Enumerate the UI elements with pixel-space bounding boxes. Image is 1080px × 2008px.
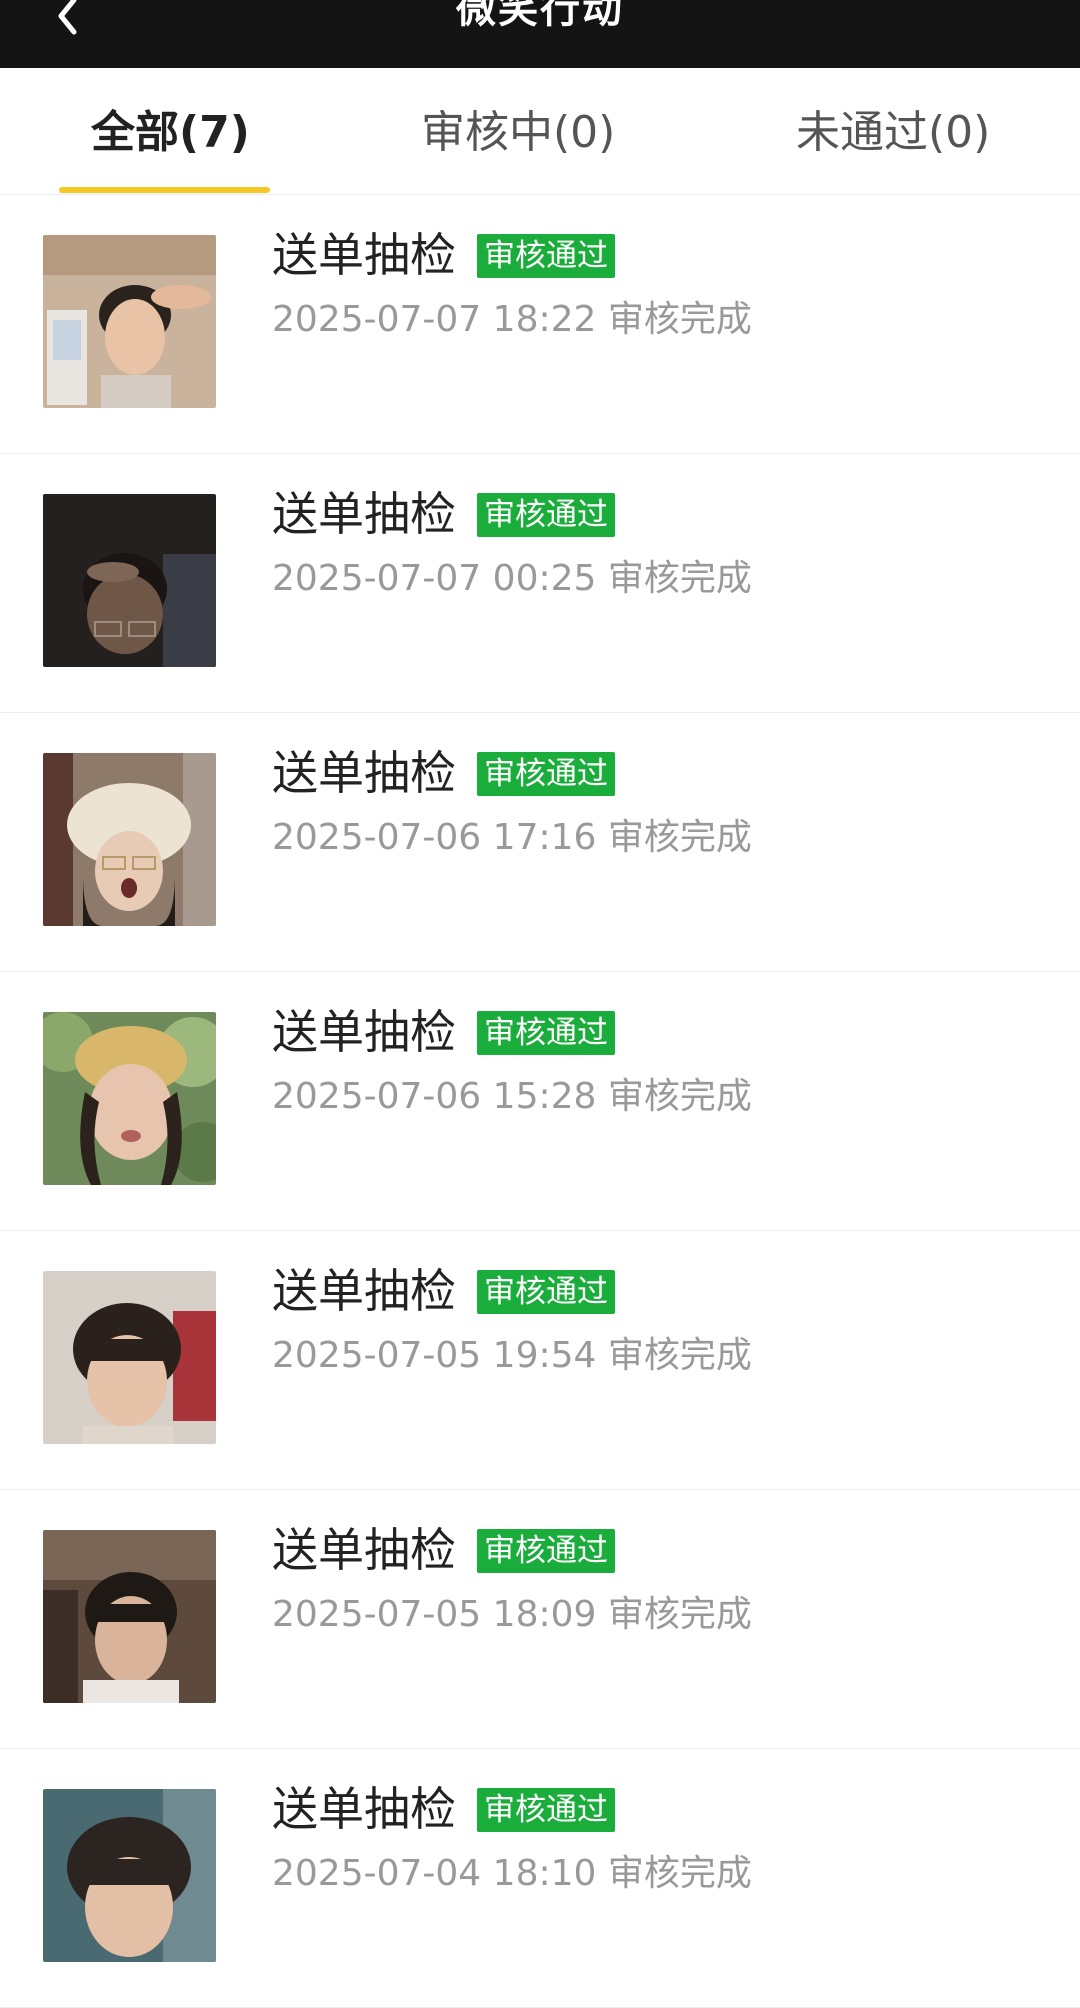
photo-thumbnail[interactable] — [43, 494, 216, 667]
item-title: 送单抽检 — [272, 746, 456, 800]
item-title: 送单抽检 — [272, 1782, 456, 1836]
photo-thumbnail[interactable] — [43, 1271, 216, 1444]
status-badge: 审核通过 — [477, 234, 615, 278]
active-tab-indicator — [59, 187, 270, 193]
item-title: 送单抽检 — [272, 228, 456, 282]
list-item[interactable]: 送单抽检 审核通过 2025-07-05 18:09 审核完成 — [0, 1490, 1080, 1749]
status-badge: 审核通过 — [477, 1529, 615, 1573]
status-badge: 审核通过 — [477, 1270, 615, 1314]
tab-all[interactable]: 全部(7) — [91, 68, 250, 194]
photo-thumbnail[interactable] — [43, 1789, 216, 1962]
photo-thumbnail[interactable] — [43, 1012, 216, 1185]
item-timestamp: 2025-07-05 18:09 审核完成 — [272, 1594, 752, 1635]
status-badge: 审核通过 — [477, 493, 615, 537]
item-timestamp: 2025-07-07 18:22 审核完成 — [272, 299, 752, 340]
page-title: 微笑行动 — [456, 0, 624, 32]
list-item[interactable]: 送单抽检 审核通过 2025-07-06 17:16 审核完成 — [0, 713, 1080, 972]
status-badge: 审核通过 — [477, 1788, 615, 1832]
list-item[interactable]: 送单抽检 审核通过 2025-07-04 18:10 审核完成 — [0, 1749, 1080, 2008]
status-badge: 审核通过 — [477, 752, 615, 796]
item-timestamp: 2025-07-06 15:28 审核完成 — [272, 1076, 752, 1117]
item-title: 送单抽检 — [272, 1523, 456, 1577]
list-item[interactable]: 送单抽检 审核通过 2025-07-06 15:28 审核完成 — [0, 972, 1080, 1231]
item-title: 送单抽检 — [272, 1005, 456, 1059]
item-timestamp: 2025-07-07 00:25 审核完成 — [272, 558, 752, 599]
item-timestamp: 2025-07-06 17:16 审核完成 — [272, 817, 752, 858]
tab-bar: 全部(7) 审核中(0) 未通过(0) — [0, 68, 1080, 195]
tab-rejected[interactable]: 未通过(0) — [796, 68, 990, 194]
item-timestamp: 2025-07-05 19:54 审核完成 — [272, 1335, 752, 1376]
submission-list: 送单抽检 审核通过 2025-07-07 18:22 审核完成 送单抽检 审核通… — [0, 195, 1080, 2008]
item-timestamp: 2025-07-04 18:10 审核完成 — [272, 1853, 752, 1894]
list-item[interactable]: 送单抽检 审核通过 2025-07-07 18:22 审核完成 — [0, 195, 1080, 454]
item-title: 送单抽检 — [272, 1264, 456, 1318]
status-badge: 审核通过 — [477, 1011, 615, 1055]
photo-thumbnail[interactable] — [43, 753, 216, 926]
photo-thumbnail[interactable] — [43, 235, 216, 408]
app-header: 微笑行动 — [0, 0, 1080, 68]
list-item[interactable]: 送单抽检 审核通过 2025-07-07 00:25 审核完成 — [0, 454, 1080, 713]
list-item[interactable]: 送单抽检 审核通过 2025-07-05 19:54 审核完成 — [0, 1231, 1080, 1490]
tab-reviewing[interactable]: 审核中(0) — [421, 68, 615, 194]
item-title: 送单抽检 — [272, 487, 456, 541]
photo-thumbnail[interactable] — [43, 1530, 216, 1703]
